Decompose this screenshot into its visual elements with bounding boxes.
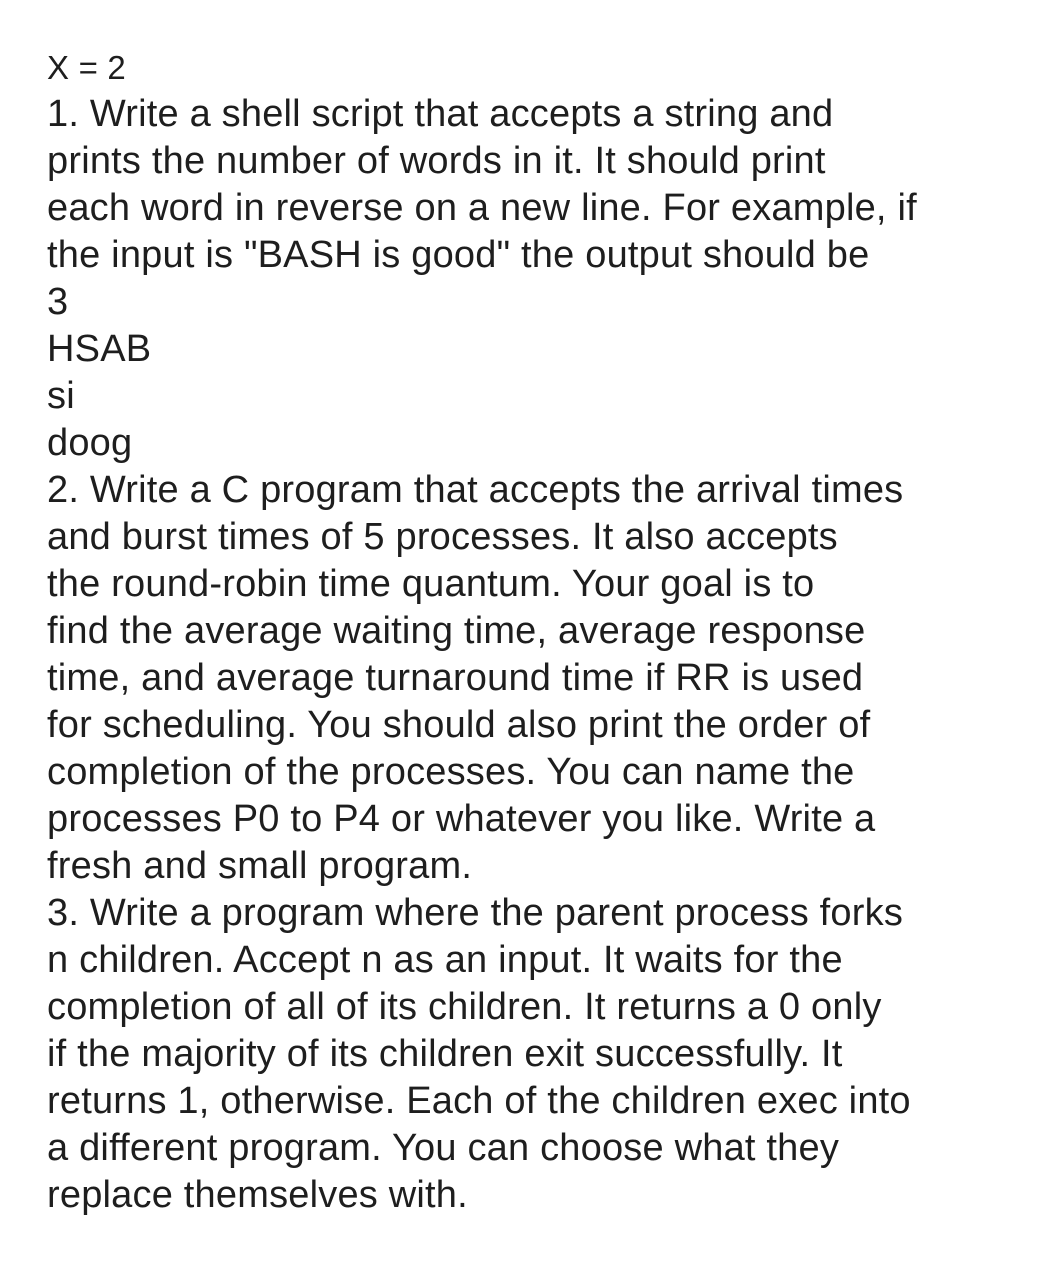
question-3: 3. Write a program where the parent proc… — [47, 890, 1027, 1219]
question-3-line: returns 1, otherwise. Each of the childr… — [47, 1080, 911, 1122]
variable-assignment: X = 2 — [47, 49, 126, 86]
question-3-line: replace themselves with. — [47, 1174, 468, 1216]
question-3-line: a different program. You can choose what… — [47, 1127, 840, 1169]
example-output-line: HSAB — [47, 328, 152, 370]
question-2-line: for scheduling. You should also print th… — [47, 704, 871, 746]
question-3-line: if the majority of its children exit suc… — [47, 1033, 843, 1075]
question-2: 2. Write a C program that accepts the ar… — [47, 467, 1027, 890]
question-3-line: n children. Accept n as an input. It wai… — [47, 939, 843, 981]
question-1: 1. Write a shell script that accepts a s… — [47, 91, 1027, 467]
question-2-line: and burst times of 5 processes. It also … — [47, 516, 838, 558]
example-output: 3 HSAB si doog — [47, 279, 1027, 467]
question-2-line: fresh and small program. — [47, 845, 473, 887]
question-2-line: find the average waiting time, average r… — [47, 610, 866, 652]
example-output-line: 3 — [47, 281, 69, 323]
question-2-line: completion of the processes. You can nam… — [47, 751, 855, 793]
question-1-line: each word in reverse on a new line. For … — [47, 187, 917, 229]
question-2-line: time, and average turnaround time if RR … — [47, 657, 864, 699]
question-2-line: processes P0 to P4 or whatever you like.… — [47, 798, 876, 840]
question-2-line: the round-robin time quantum. Your goal … — [47, 563, 815, 605]
question-1-line: the input is "BASH is good" the output s… — [47, 234, 870, 276]
example-output-line: si — [47, 375, 75, 417]
question-3-line: completion of all of its children. It re… — [47, 986, 882, 1028]
question-2-line: 2. Write a C program that accepts the ar… — [47, 469, 904, 511]
assignment-document: X = 2 1. Write a shell script that accep… — [47, 44, 1027, 1219]
question-1-line: 1. Write a shell script that accepts a s… — [47, 93, 834, 135]
question-1-line: prints the number of words in it. It sho… — [47, 140, 826, 182]
example-output-line: doog — [47, 422, 133, 464]
question-3-line: 3. Write a program where the parent proc… — [47, 892, 904, 934]
